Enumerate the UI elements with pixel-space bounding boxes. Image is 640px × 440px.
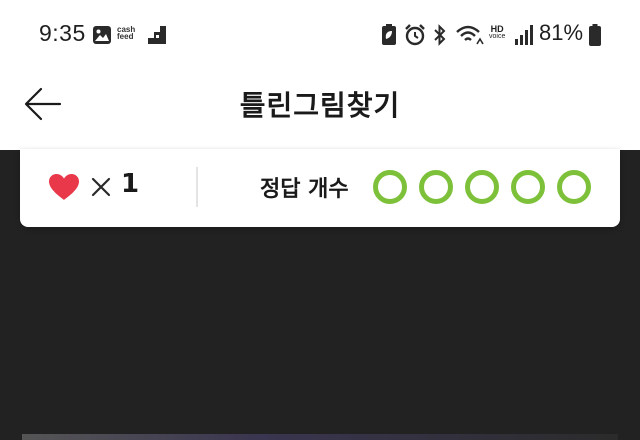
game-status-card: × 1 정답 개수	[20, 149, 620, 227]
battery-saver-icon	[382, 24, 396, 45]
answer-count-label: 정답 개수	[260, 177, 349, 202]
alarm-icon	[405, 24, 425, 46]
times-icon: ×	[91, 177, 111, 197]
battery-percent: 81%	[539, 20, 584, 45]
lives-count: 1	[121, 169, 140, 199]
signal-icon	[515, 25, 533, 45]
answer-slot	[465, 170, 499, 204]
answer-slot	[419, 170, 453, 204]
cash-feed-icon: cash feed	[117, 26, 135, 41]
status-time: 9:35	[39, 20, 86, 46]
page-title: 틀린그림찾기	[239, 89, 401, 122]
cash-feed-label-bottom: feed	[117, 32, 134, 41]
answer-slot	[373, 170, 407, 204]
answer-slot	[557, 170, 591, 204]
voice-label: voice	[489, 33, 506, 40]
answer-slots	[373, 170, 591, 204]
status-bar: 9:35 cash feed HD voice 81%	[0, 0, 640, 68]
bluetooth-icon	[434, 24, 446, 46]
app-header: 틀린그림찾기	[0, 68, 640, 150]
card-divider	[196, 167, 198, 207]
battery-icon	[589, 24, 601, 46]
answer-slot	[511, 170, 545, 204]
game-image[interactable]	[22, 434, 618, 440]
gallery-icon	[93, 26, 111, 44]
hd-voice-icon: HD voice	[489, 25, 505, 41]
stairs-app-icon	[148, 26, 166, 44]
wifi-icon	[456, 25, 484, 45]
heart-icon	[49, 174, 79, 200]
